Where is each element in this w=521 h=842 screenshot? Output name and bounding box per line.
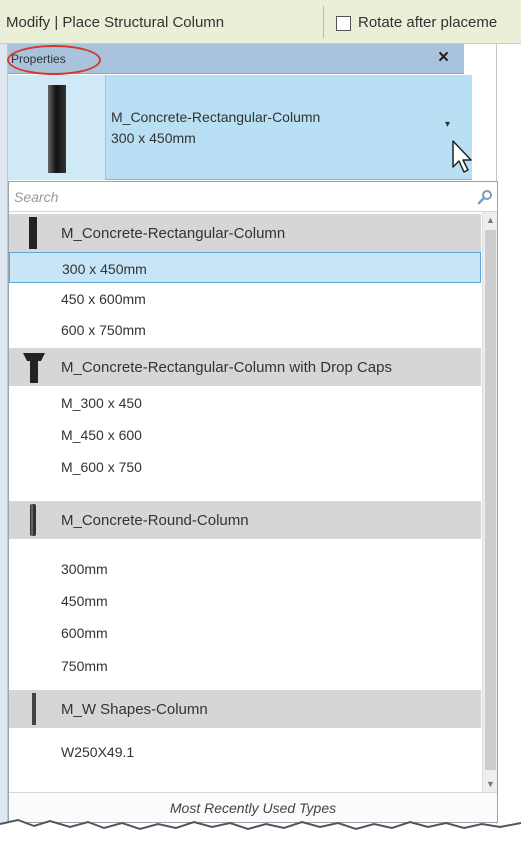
type-row[interactable]: 600 x 750mm [9,314,481,345]
type-label: M_300 x 450 [61,395,142,411]
scroll-up-icon[interactable]: ▲ [483,212,497,228]
type-row[interactable]: 600mm [9,617,481,648]
type-row[interactable]: 450mm [9,585,481,616]
mouse-cursor-icon [452,140,472,173]
ribbon-context-title: Modify | Place Structural Column [6,14,225,31]
type-row[interactable]: M_450 x 600 [9,419,481,450]
family-header-row: M_Concrete-Round-Column [9,501,481,539]
type-list: M_Concrete-Rectangular-Column 300 x 450m… [9,214,481,792]
type-label: M_600 x 750 [61,459,142,475]
family-header-row: M_W Shapes-Column [9,690,481,728]
column-preview-icon [48,85,66,173]
family-label: M_W Shapes-Column [61,701,208,718]
properties-header: Properties × [7,44,464,75]
highlight-circle [7,45,101,75]
type-selector-family: M_Concrete-Rectangular-Column [111,109,321,125]
ribbon-separator [323,6,324,38]
ribbon-context-bar: Modify | Place Structural Column Rotate … [0,0,521,44]
type-row-selected[interactable]: 300 x 450mm [9,252,481,283]
family-label: M_Concrete-Rectangular-Column [61,225,286,242]
type-label: 600 x 750mm [61,322,146,338]
type-label: 300 x 450mm [62,261,147,277]
family-label: M_Concrete-Rectangular-Column with Drop … [61,359,392,376]
type-row[interactable]: W250X49.1 [9,736,481,767]
type-selector[interactable]: M_Concrete-Rectangular-Column 300 x 450m… [8,75,472,180]
type-label: M_450 x 600 [61,427,142,443]
type-selector-type: 300 x 450mm [111,130,196,146]
scroll-thumb[interactable] [485,230,496,770]
torn-paper-edge [0,818,521,842]
type-label: 300mm [61,561,108,577]
search-row [9,182,497,212]
list-scrollbar[interactable]: ▲ ▼ [482,212,497,792]
round-column-icon [30,504,36,536]
family-header-row: M_Concrete-Rectangular-Column [9,214,481,252]
close-icon[interactable]: × [438,47,449,69]
type-label: 450mm [61,593,108,609]
type-label: 750mm [61,658,108,674]
type-dropdown-list: M_Concrete-Rectangular-Column 300 x 450m… [8,181,498,823]
left-frame [0,44,8,824]
rotate-after-placement-label[interactable]: Rotate after placeme [358,14,497,31]
rectangular-column-icon [29,217,37,249]
type-label: W250X49.1 [61,744,135,760]
type-row[interactable]: 450 x 600mm [9,283,481,314]
dropdown-arrow-icon[interactable]: ▾ [445,119,450,130]
type-row[interactable]: 300mm [9,553,481,584]
family-header-row: M_Concrete-Rectangular-Column with Drop … [9,348,481,386]
steel-column-icon [32,693,36,725]
search-input[interactable] [14,187,454,207]
type-label: 600mm [61,625,108,641]
scroll-down-icon[interactable]: ▼ [483,776,497,792]
rotate-after-placement-checkbox[interactable] [336,16,351,31]
type-preview [8,75,106,180]
type-label: 450 x 600mm [61,291,146,307]
type-row[interactable]: M_600 x 750 [9,451,481,482]
family-label: M_Concrete-Round-Column [61,512,249,529]
search-icon[interactable] [477,189,493,205]
type-row[interactable]: M_300 x 450 [9,387,481,418]
drop-cap-column-icon [23,353,45,383]
type-row[interactable]: 750mm [9,650,481,681]
